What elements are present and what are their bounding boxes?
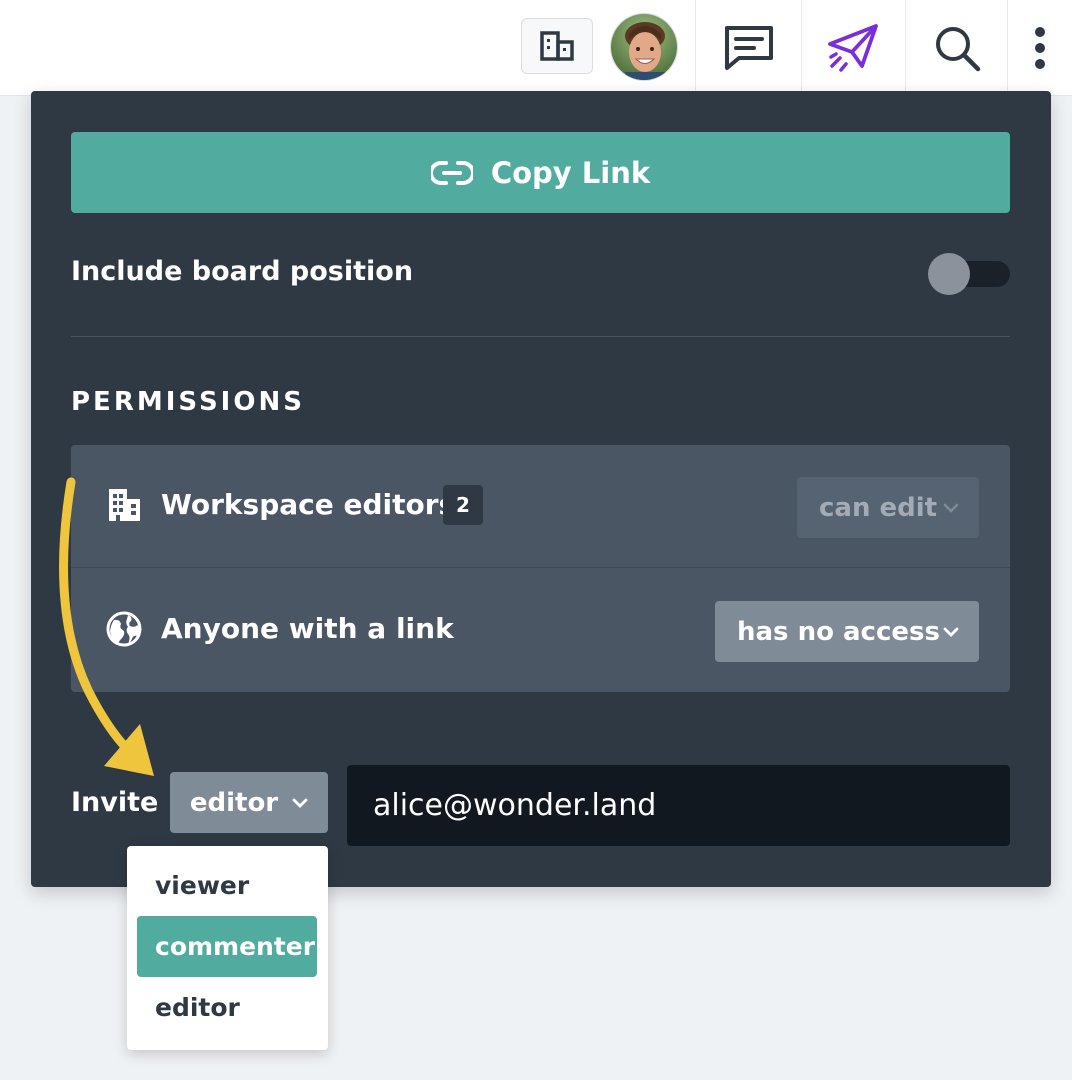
chevron-down-icon: [292, 798, 308, 808]
access-value: can edit: [819, 492, 938, 523]
access-value: has no access: [737, 616, 940, 647]
copy-link-button[interactable]: Copy Link: [71, 132, 1010, 213]
chevron-down-icon: [943, 503, 959, 513]
invite-role-value: editor: [189, 787, 279, 818]
role-option-viewer[interactable]: viewer: [137, 855, 317, 916]
more-vertical-icon: [1035, 27, 1045, 69]
permissions-heading: PERMISSIONS: [71, 387, 305, 417]
workspace-icon: [540, 31, 574, 61]
permission-row-workspace-editors: Workspace editors 2 can edit: [71, 445, 1010, 568]
user-avatar[interactable]: [610, 13, 678, 81]
permission-row-anyone-with-link: Anyone with a link has no access: [71, 569, 1010, 692]
divider: [71, 336, 1010, 337]
include-board-position-label: Include board position: [71, 256, 414, 287]
more-menu-button[interactable]: [1008, 0, 1072, 96]
permission-label: Anyone with a link: [161, 612, 454, 645]
include-board-position-toggle[interactable]: [928, 253, 1010, 295]
share-send-icon: [827, 24, 878, 72]
comments-button[interactable]: [696, 0, 801, 96]
search-icon: [935, 27, 980, 72]
copy-link-label: Copy Link: [490, 155, 651, 190]
avatar: [611, 14, 677, 80]
link-access-select[interactable]: has no access: [715, 601, 979, 662]
share-button[interactable]: [802, 0, 905, 96]
role-option-commenter[interactable]: commenter: [137, 916, 317, 977]
permission-label: Workspace editors: [161, 488, 456, 521]
chevron-down-icon: [943, 627, 959, 637]
comment-icon: [724, 26, 773, 70]
workspace-button[interactable]: [521, 18, 593, 74]
role-option-editor[interactable]: editor: [137, 977, 317, 1038]
share-panel: Copy Link Include board position PERMISS…: [31, 91, 1051, 887]
permissions-list: Workspace editors 2 can edit Anyone with…: [71, 445, 1010, 692]
top-toolbar: [0, 0, 1072, 96]
toggle-knob: [928, 253, 970, 295]
member-count-badge: 2: [443, 485, 483, 525]
invite-email-input[interactable]: [347, 765, 1010, 846]
building-icon: [109, 489, 140, 521]
globe-icon: [106, 611, 142, 647]
link-icon: [430, 160, 473, 185]
invite-role-menu: viewer commenter editor: [127, 846, 328, 1050]
search-button[interactable]: [906, 0, 1007, 96]
invite-label: Invite: [71, 787, 159, 818]
invite-role-select[interactable]: editor: [170, 772, 328, 833]
workspace-editors-access-select: can edit: [797, 477, 979, 538]
